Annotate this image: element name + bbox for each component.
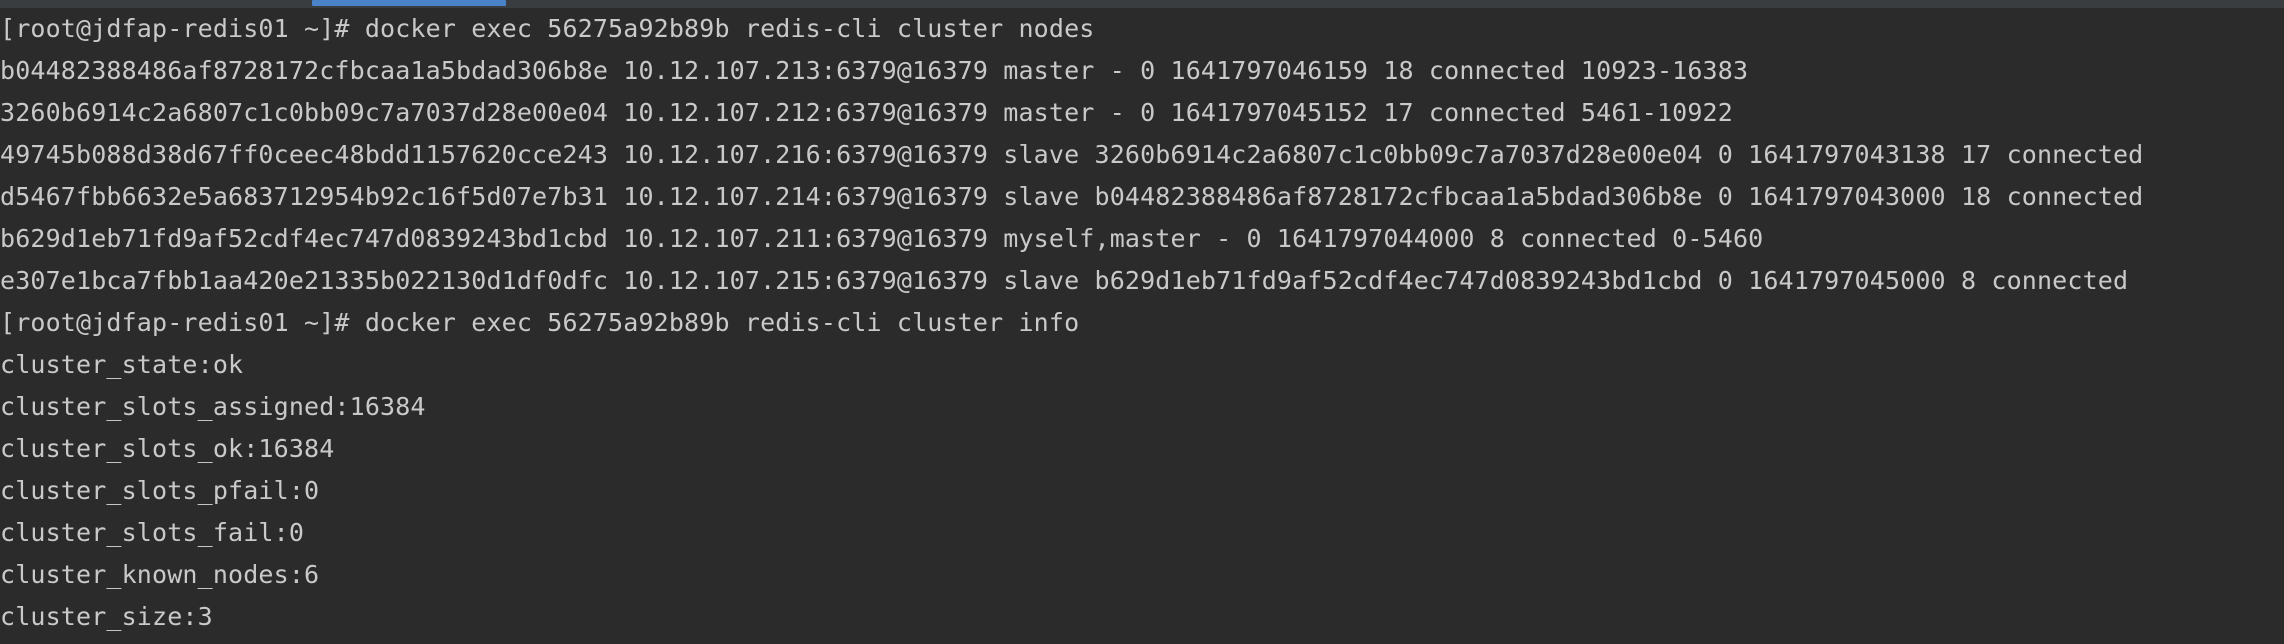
terminal-line-info: cluster_slots_ok:16384 bbox=[0, 434, 335, 463]
terminal-line-node: d5467fbb6632e5a683712954b92c16f5d07e7b31… bbox=[0, 182, 2144, 211]
terminal-line-info: cluster_slots_fail:0 bbox=[0, 518, 305, 547]
terminal-output[interactable]: [root@jdfap-redis01 ~]# docker exec 5627… bbox=[0, 8, 2143, 638]
terminal-line-command: [root@jdfap-redis01 ~]# docker exec 5627… bbox=[0, 14, 1095, 43]
terminal-line-node: b04482388486af8728172cfbcaa1a5bdad306b8e… bbox=[0, 56, 1749, 85]
terminal-window[interactable]: [root@jdfap-redis01 ~]# docker exec 5627… bbox=[0, 0, 2284, 644]
terminal-line-info: cluster_known_nodes:6 bbox=[0, 560, 320, 589]
terminal-line-info: cluster_size:3 bbox=[0, 602, 213, 631]
active-tab-indicator[interactable] bbox=[312, 0, 506, 6]
terminal-line-command: [root@jdfap-redis01 ~]# docker exec 5627… bbox=[0, 308, 1080, 337]
top-tab-strip bbox=[0, 0, 2284, 8]
terminal-line-node: 49745b088d38d67ff0ceec48bdd1157620cce243… bbox=[0, 140, 2144, 169]
terminal-line-node: 3260b6914c2a6807c1c0bb09c7a7037d28e00e04… bbox=[0, 98, 1733, 127]
terminal-line-info: cluster_slots_assigned:16384 bbox=[0, 392, 426, 421]
terminal-line-info: cluster_slots_pfail:0 bbox=[0, 476, 320, 505]
terminal-line-info: cluster_state:ok bbox=[0, 350, 244, 379]
terminal-line-node: b629d1eb71fd9af52cdf4ec747d0839243bd1cbd… bbox=[0, 224, 1764, 253]
terminal-line-node: e307e1bca7fbb1aa420e21335b022130d1df0dfc… bbox=[0, 266, 2129, 295]
